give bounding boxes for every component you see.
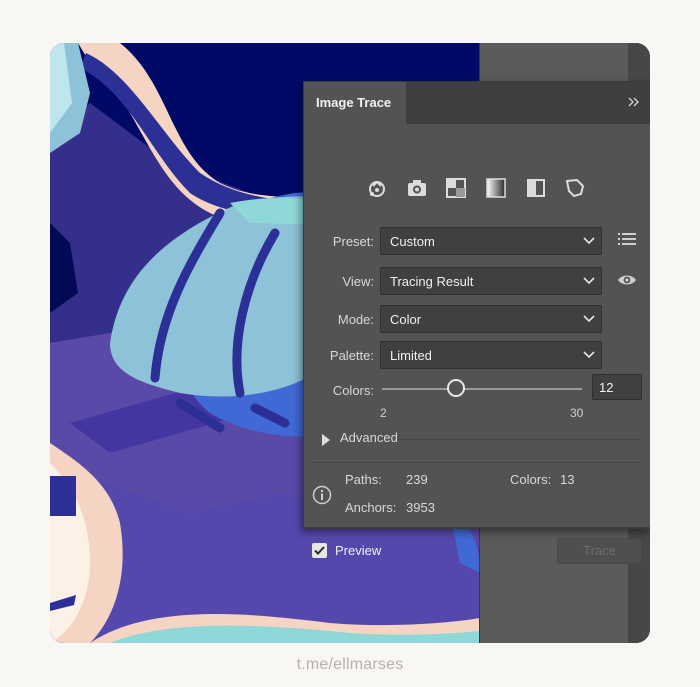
chevron-down-icon (583, 351, 595, 359)
image-trace-panel: Image Trace Preset: Custom View: Tracing… (303, 81, 650, 564)
preview-label: Preview (335, 543, 382, 558)
colors-slider-min: 2 (380, 406, 387, 420)
info-icon (312, 485, 332, 505)
anchors-label: Anchors: (345, 500, 397, 515)
mode-label: Mode: (337, 312, 374, 327)
view-dropdown[interactable]: Tracing Result (380, 267, 602, 295)
palette-value: Limited (390, 348, 432, 363)
paths-label: Paths: (345, 472, 382, 487)
preview-checkbox[interactable] (312, 543, 327, 558)
chevron-down-icon (583, 315, 595, 323)
anchors-value: 3953 (406, 500, 435, 515)
colors-label: Colors: (332, 383, 374, 398)
colors-slider-track[interactable] (382, 388, 582, 390)
screenshot-frame: Image Trace Preset: Custom View: Tracing… (50, 43, 650, 643)
preset-label: Preset: (332, 234, 374, 249)
preset-value: Custom (390, 234, 435, 249)
chevron-down-icon (583, 237, 595, 245)
advanced-divider (399, 439, 641, 440)
grayscale-icon[interactable] (484, 176, 508, 200)
low-color-icon[interactable] (444, 176, 468, 200)
footer-divider (304, 527, 650, 528)
checkmark-icon (314, 546, 325, 555)
panel-tab-image-trace[interactable]: Image Trace (304, 82, 406, 124)
mode-value: Color (390, 312, 422, 327)
trace-button[interactable]: Trace (557, 538, 642, 564)
auto-color-icon[interactable] (365, 176, 389, 200)
outline-icon[interactable] (563, 176, 587, 200)
colors-count-value: 13 (560, 472, 575, 487)
colors-input[interactable]: 12 (592, 374, 642, 400)
black-and-white-icon[interactable] (524, 176, 548, 200)
view-value: Tracing Result (390, 274, 474, 289)
colors-slider-thumb[interactable] (447, 379, 465, 397)
section-divider (312, 462, 642, 463)
palette-label: Palette: (329, 348, 374, 363)
colors-slider-max: 30 (570, 406, 584, 420)
eye-icon[interactable] (617, 273, 637, 287)
footer-credit: t.me/ellmarses (296, 656, 404, 673)
preset-list-icon[interactable] (618, 232, 636, 246)
advanced-label: Advanced (340, 430, 398, 445)
chevron-down-icon (583, 277, 595, 285)
colors-count-label: Colors: (510, 472, 552, 487)
disclosure-triangle-icon (322, 434, 330, 446)
view-label: View: (342, 274, 374, 289)
preset-dropdown[interactable]: Custom (380, 227, 602, 255)
mode-dropdown[interactable]: Color (380, 305, 602, 333)
paths-value: 239 (406, 472, 428, 487)
high-color-icon[interactable] (405, 176, 429, 200)
palette-dropdown[interactable]: Limited (380, 341, 602, 369)
double-chevron-right-icon[interactable] (626, 94, 642, 110)
